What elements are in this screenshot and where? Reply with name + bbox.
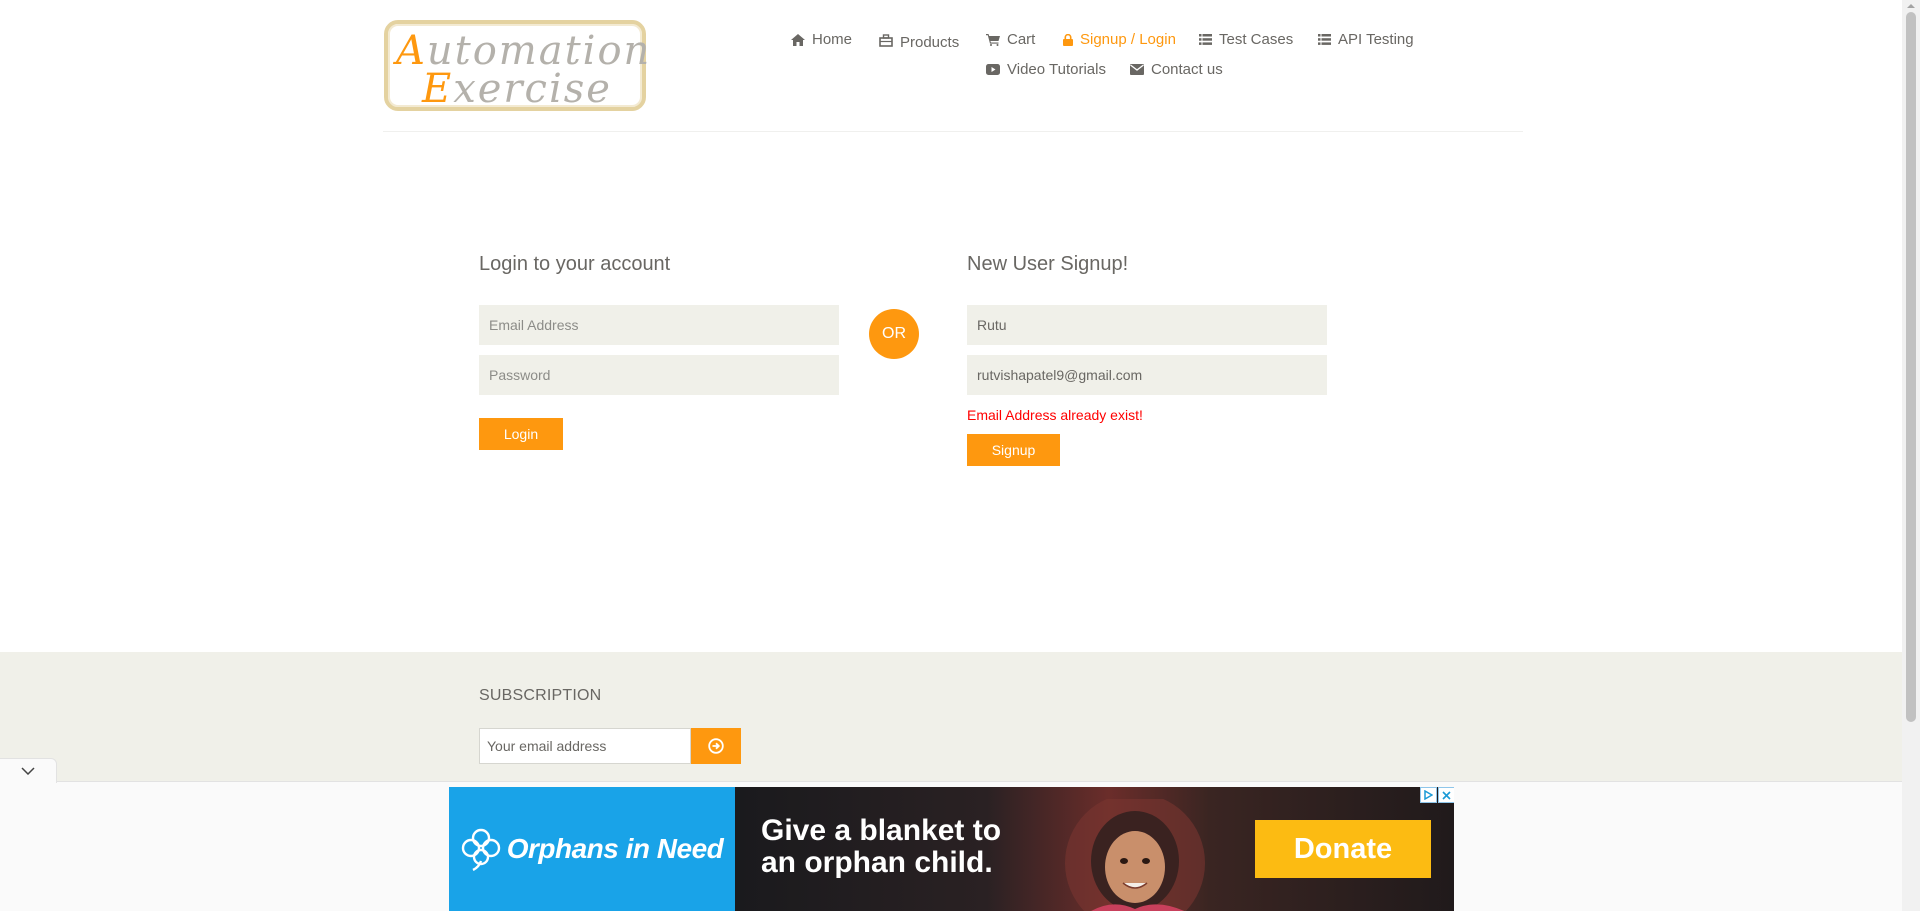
nav-video-tutorials[interactable]: Video Tutorials: [986, 61, 1106, 78]
subscribe-button[interactable]: [691, 728, 741, 764]
envelope-icon: [1130, 64, 1144, 75]
logo-text-2: xercise: [453, 66, 612, 112]
ad-headline-line2: an orphan child.: [761, 846, 993, 879]
subscription-email-input[interactable]: [479, 728, 691, 764]
footer-band: [0, 652, 1902, 782]
nav-contact-us-label: Contact us: [1151, 61, 1223, 78]
login-password-input[interactable]: [479, 355, 839, 395]
signup-email-input[interactable]: [967, 355, 1327, 395]
ad-controls: [1420, 787, 1454, 803]
nav-api-testing[interactable]: API Testing: [1318, 31, 1414, 48]
ad-donate-button[interactable]: Donate: [1255, 820, 1431, 878]
signup-title: New User Signup!: [967, 253, 1129, 275]
cart-icon: [986, 33, 1000, 46]
chevron-down-icon: [21, 767, 35, 775]
header-divider: [383, 131, 1523, 132]
login-button[interactable]: Login: [479, 418, 563, 450]
nav-products-label: Products: [900, 34, 960, 51]
nav-home[interactable]: Home: [791, 31, 852, 48]
home-icon: [791, 33, 805, 46]
logo-letter-e: E: [422, 66, 454, 112]
lock-icon: [1063, 33, 1073, 46]
or-divider: OR: [869, 309, 919, 359]
login-title: Login to your account: [479, 253, 671, 275]
clover-icon: [461, 828, 500, 871]
signup-name-input[interactable]: [967, 305, 1327, 345]
nav-signup-login[interactable]: Signup / Login: [1063, 31, 1176, 48]
ad-org-name: Orphans in Need: [506, 833, 724, 864]
ad-banner[interactable]: Orphans in Need Give a blanket to an orp…: [449, 787, 1454, 911]
nav-video-tutorials-label: Video Tutorials: [1007, 61, 1106, 78]
youtube-icon: [986, 64, 1000, 75]
ad-headline-line1: Give a blanket to: [761, 814, 1002, 847]
nav-test-cases[interactable]: Test Cases: [1199, 31, 1293, 48]
scrollbar-thumb[interactable]: [1906, 12, 1916, 722]
nav-contact-us[interactable]: Contact us: [1130, 61, 1223, 78]
signup-button[interactable]: Signup: [967, 434, 1060, 466]
ad-photo-panel: Give a blanket to an orphan child. Donat…: [735, 787, 1454, 911]
signup-error-message: Email Address already exist!: [967, 407, 1143, 423]
products-icon: [879, 34, 893, 47]
ad-choices-icon[interactable]: [1420, 787, 1437, 803]
scroll-up-arrow-icon[interactable]: [1902, 0, 1920, 12]
ad-close-icon[interactable]: [1438, 787, 1454, 803]
subscription-title: SUBSCRIPTION: [479, 687, 602, 704]
login-email-input[interactable]: [479, 305, 839, 345]
list-icon: [1199, 34, 1212, 45]
nav-products[interactable]: Products: [879, 30, 959, 51]
nav-signup-login-label: Signup / Login: [1080, 31, 1176, 48]
ad-brand-panel: Orphans in Need: [449, 787, 735, 911]
nav-api-testing-label: API Testing: [1338, 31, 1414, 48]
arrow-circle-right-icon: [708, 738, 724, 754]
nav-home-label: Home: [812, 31, 853, 48]
site-logo[interactable]: Automation Exercise: [384, 20, 649, 112]
list-icon: [1318, 34, 1331, 45]
ad-headline: Give a blanket to an orphan child.: [761, 815, 1001, 879]
child-photo: [1065, 799, 1205, 911]
nav-cart-label: Cart: [1007, 31, 1036, 48]
nav-cart[interactable]: Cart: [986, 31, 1035, 48]
ad-collapse-toggle[interactable]: [0, 758, 57, 783]
nav-test-cases-label: Test Cases: [1219, 31, 1294, 48]
